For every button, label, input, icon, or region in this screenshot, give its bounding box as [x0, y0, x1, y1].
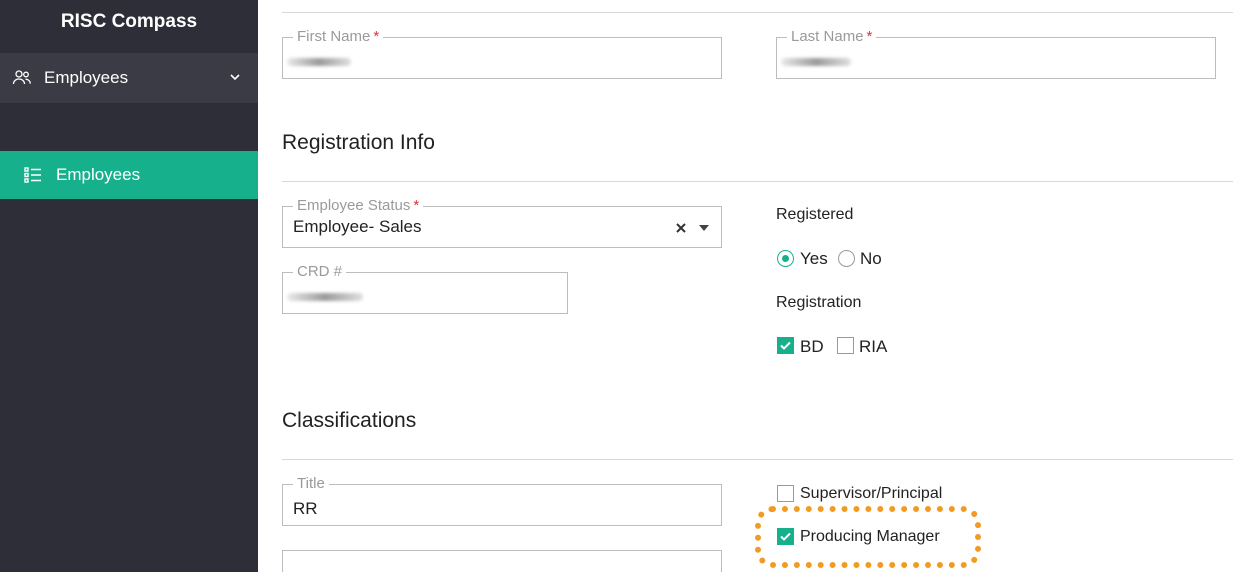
registration-bd-checkbox[interactable]	[777, 337, 794, 354]
registration-label: Registration	[776, 294, 862, 311]
registered-yes-radio[interactable]	[777, 250, 794, 267]
clear-icon[interactable]	[675, 222, 687, 234]
sidebar-group-label: Employees	[44, 68, 129, 87]
registered-no-label: No	[860, 249, 882, 268]
redacted-value	[781, 58, 851, 66]
caret-down-icon[interactable]	[699, 225, 709, 231]
users-icon	[12, 70, 31, 85]
registered-no-radio[interactable]	[838, 250, 855, 267]
employee-status-select[interactable]: Employee Status * Employee- Sales	[282, 197, 722, 248]
supervisor-principal-label: Supervisor/Principal	[800, 485, 943, 502]
list-icon	[24, 167, 41, 183]
partial-field[interactable]	[282, 550, 722, 572]
registered-label: Registered	[776, 206, 854, 223]
classifications-section-title: Classifications	[282, 409, 417, 432]
title-value: RR	[293, 499, 318, 518]
supervisor-principal-checkbox[interactable]	[777, 485, 794, 502]
redacted-value	[287, 293, 363, 301]
last-name-field[interactable]: Last Name *	[776, 28, 1216, 79]
main-content: First Name * Last Name * Registration Info…	[258, 0, 1233, 572]
employee-status-value: Employee- Sales	[293, 217, 422, 236]
crd-number-field[interactable]: CRD #	[282, 263, 568, 314]
brand-title: RISC Compass	[60, 11, 198, 32]
sidebar: RISC Compass Employees Employees	[0, 0, 258, 572]
registration-ria-checkbox[interactable]	[837, 337, 854, 354]
crd-number-label: CRD #	[293, 263, 347, 281]
checkmark-icon	[780, 341, 791, 350]
redacted-value	[287, 58, 351, 66]
registration-bd-label: BD	[800, 337, 824, 356]
last-name-label: Last Name *	[787, 28, 877, 46]
employee-status-label: Employee Status *	[293, 197, 424, 215]
first-name-field[interactable]: First Name *	[282, 28, 722, 79]
divider	[282, 12, 1233, 13]
title-label: Title	[293, 475, 329, 493]
chevron-down-icon[interactable]	[228, 70, 242, 84]
highlight-annotation	[755, 506, 981, 568]
title-field[interactable]: Title RR	[282, 475, 722, 526]
divider	[282, 459, 1233, 460]
registration-section-title: Registration Info	[282, 131, 435, 154]
sidebar-item-employees[interactable]: Employees	[0, 151, 258, 199]
registration-ria-label: RIA	[859, 337, 888, 356]
sidebar-group-employees[interactable]: Employees	[0, 53, 258, 103]
divider	[282, 181, 1233, 182]
first-name-label: First Name *	[293, 28, 384, 46]
registered-yes-label: Yes	[800, 249, 828, 268]
sidebar-item-label: Employees	[56, 165, 141, 184]
